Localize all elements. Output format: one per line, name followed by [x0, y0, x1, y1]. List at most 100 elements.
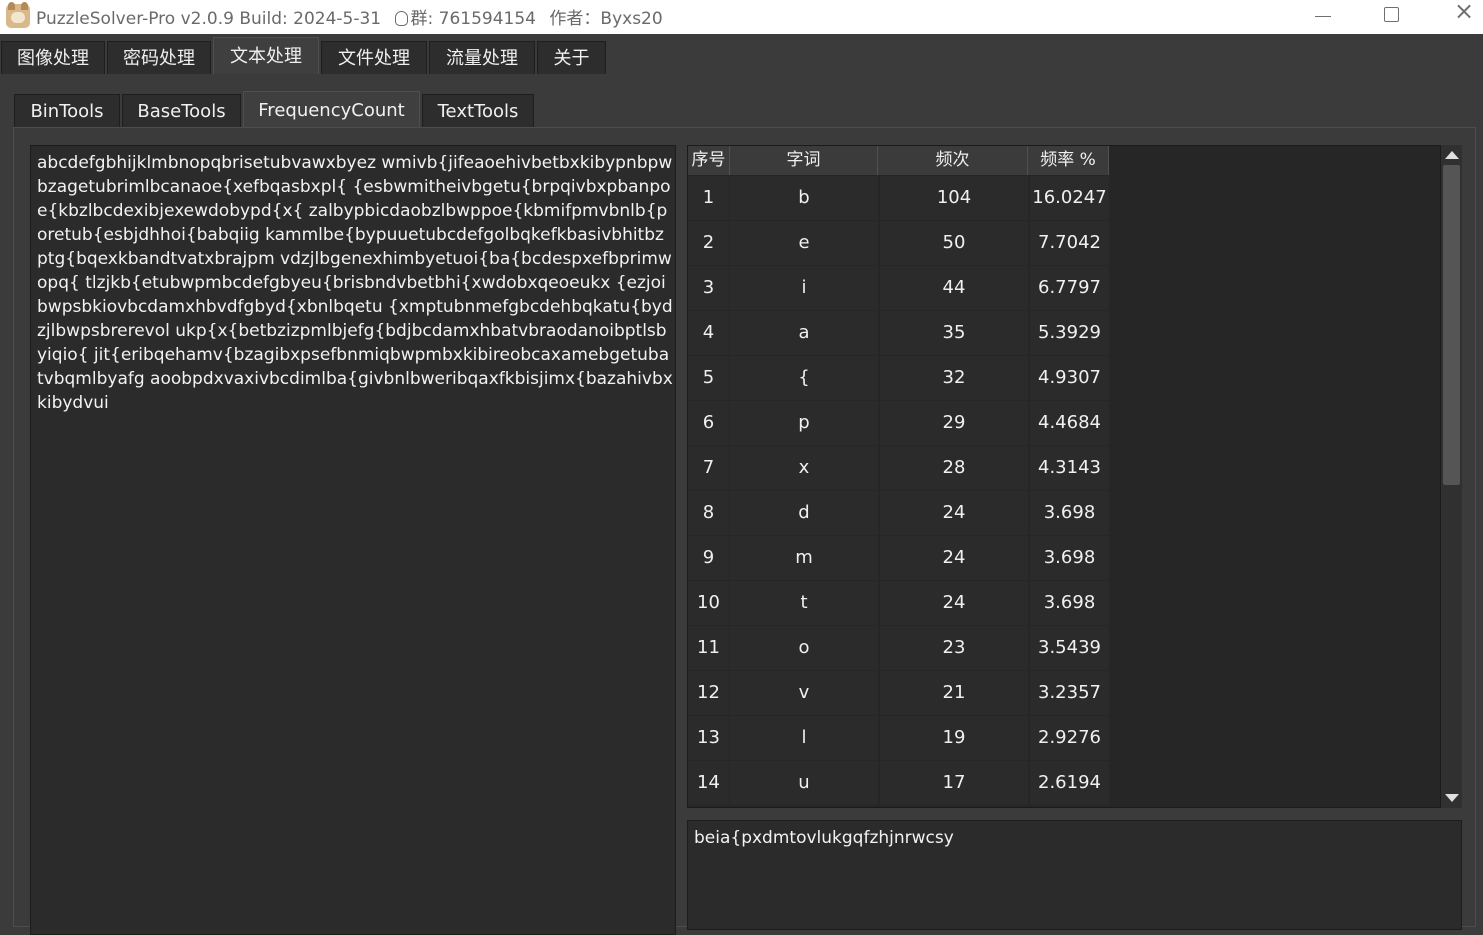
cell-count: 44 — [880, 266, 1028, 310]
cell-token: v — [730, 671, 878, 715]
scroll-down-icon[interactable] — [1445, 794, 1459, 802]
cell-count: 28 — [880, 446, 1028, 490]
scroll-thumb[interactable] — [1443, 165, 1460, 485]
tab-about[interactable]: 关于 — [537, 41, 606, 74]
maximize-button[interactable] — [1367, 0, 1413, 34]
scroll-up-icon[interactable] — [1445, 151, 1459, 159]
cell-count: 17 — [880, 761, 1028, 805]
table-row[interactable]: 9 m 24 3.698 — [688, 536, 1109, 581]
header-frequency[interactable]: 频率 % — [1028, 146, 1109, 175]
cell-frequency: 3.698 — [1030, 491, 1109, 535]
table-row[interactable]: 4 a 35 5.3929 — [688, 311, 1109, 356]
cell-token: e — [730, 221, 878, 265]
cell-index: 7 — [688, 446, 729, 490]
close-icon: × — [1454, 0, 1475, 25]
cell-frequency: 16.0247 — [1030, 176, 1109, 220]
qq-icon — [394, 11, 408, 26]
cell-index: 1 — [688, 176, 729, 220]
frequency-table[interactable]: 序号 字词 频次 频率 % 1 b 104 16.0247 2 e 50 7.7042 3 i 44… — [687, 145, 1462, 808]
cell-frequency: 3.5439 — [1030, 626, 1109, 670]
tab-image-processing[interactable]: 图像处理 — [1, 41, 105, 74]
app-logo-icon — [6, 2, 30, 28]
cell-token: u — [730, 761, 878, 805]
cell-index: 13 — [688, 716, 729, 760]
cell-frequency: 3.2357 — [1030, 671, 1109, 715]
cell-frequency: 4.9307 — [1030, 356, 1109, 400]
tab-file-processing[interactable]: 文件处理 — [321, 41, 427, 74]
table-scrollbar[interactable] — [1440, 145, 1462, 808]
tab-frequencycount[interactable]: FrequencyCount — [243, 91, 420, 128]
cell-token: { — [730, 356, 878, 400]
cell-index: 8 — [688, 491, 729, 535]
table-row[interactable]: 11 o 23 3.5439 — [688, 626, 1109, 671]
cell-index: 12 — [688, 671, 729, 715]
cell-index: 14 — [688, 761, 729, 805]
table-row[interactable]: 7 x 28 4.3143 — [688, 446, 1109, 491]
cell-token: m — [730, 536, 878, 580]
cell-token: o — [730, 626, 878, 670]
cell-frequency: 6.7797 — [1030, 266, 1109, 310]
cell-index: 10 — [688, 581, 729, 625]
cell-count: 23 — [880, 626, 1028, 670]
table-row[interactable]: 12 v 21 3.2357 — [688, 671, 1109, 716]
minimize-button[interactable] — [1298, 0, 1344, 34]
cell-frequency: 2.6194 — [1030, 761, 1109, 805]
table-row[interactable]: 6 p 29 4.4684 — [688, 401, 1109, 446]
tab-basetools[interactable]: BaseTools — [122, 94, 241, 128]
cell-count: 24 — [880, 536, 1028, 580]
cell-index: 11 — [688, 626, 729, 670]
table-row[interactable]: 1 b 104 16.0247 — [688, 176, 1109, 221]
tab-text-processing[interactable]: 文本处理 — [213, 37, 319, 74]
cell-frequency: 3.698 — [1030, 581, 1109, 625]
cell-frequency: 7.7042 — [1030, 221, 1109, 265]
cell-frequency: 4.4684 — [1030, 401, 1109, 445]
header-token[interactable]: 字词 — [730, 146, 878, 175]
cell-count: 24 — [880, 491, 1028, 535]
close-button[interactable]: × — [1437, 0, 1483, 34]
cell-frequency: 5.3929 — [1030, 311, 1109, 355]
window-title-author: 作者：Byxs20 — [549, 9, 663, 29]
table-row[interactable]: 13 l 19 2.9276 — [688, 716, 1109, 761]
cell-count: 24 — [880, 581, 1028, 625]
input-textarea[interactable]: abcdefgbhijklmbnopqbrisetubvawxbyez wmiv… — [30, 145, 676, 935]
cell-count: 50 — [880, 221, 1028, 265]
cell-token: p — [730, 401, 878, 445]
table-row[interactable]: 2 e 50 7.7042 — [688, 221, 1109, 266]
cell-index: 3 — [688, 266, 729, 310]
minimize-icon — [1315, 16, 1331, 17]
tab-crypto-processing[interactable]: 密码处理 — [107, 41, 211, 74]
cell-frequency: 3.698 — [1030, 536, 1109, 580]
table-row[interactable]: 10 t 24 3.698 — [688, 581, 1109, 626]
maximize-icon — [1384, 7, 1399, 22]
cell-frequency: 4.3143 — [1030, 446, 1109, 490]
table-row[interactable]: 5{32 4.9307 — [688, 356, 1109, 401]
table-row[interactable]: 8 d 24 3.698 — [688, 491, 1109, 536]
cell-count: 29 — [880, 401, 1028, 445]
input-text: abcdefgbhijklmbnopqbrisetubvawxbyez wmiv… — [37, 153, 673, 413]
cell-index: 4 — [688, 311, 729, 355]
cell-index: 2 — [688, 221, 729, 265]
output-text: beia{pxdmtovlukgqfzhjnrwcsy — [694, 828, 954, 848]
cell-token: a — [730, 311, 878, 355]
cell-token: l — [730, 716, 878, 760]
table-row[interactable]: 14 u 17 2.6194 — [688, 761, 1109, 806]
cell-index: 6 — [688, 401, 729, 445]
cell-index: 9 — [688, 536, 729, 580]
tab-bintools[interactable]: BinTools — [14, 94, 120, 128]
output-textarea[interactable]: beia{pxdmtovlukgqfzhjnrwcsy — [687, 820, 1462, 930]
cell-index: 5 — [688, 356, 729, 400]
header-index[interactable]: 序号 — [688, 146, 730, 175]
window-title-group: 群: 761594154 — [410, 9, 536, 29]
header-count[interactable]: 频次 — [878, 146, 1028, 175]
cell-token: b — [730, 176, 878, 220]
cell-token: x — [730, 446, 878, 490]
cell-token: d — [730, 491, 878, 535]
table-row[interactable]: 3 i 44 6.7797 — [688, 266, 1109, 311]
cell-count: 104 — [880, 176, 1028, 220]
tab-texttools[interactable]: TextTools — [422, 94, 534, 128]
window-title-main: PuzzleSolver-Pro v2.0.9 Build: 2024-5-31 — [36, 9, 382, 29]
tab-traffic-processing[interactable]: 流量处理 — [429, 41, 535, 74]
cell-token: i — [730, 266, 878, 310]
title-bar: PuzzleSolver-Pro v2.0.9 Build: 2024-5-31… — [0, 0, 1483, 34]
cell-count: 19 — [880, 716, 1028, 760]
